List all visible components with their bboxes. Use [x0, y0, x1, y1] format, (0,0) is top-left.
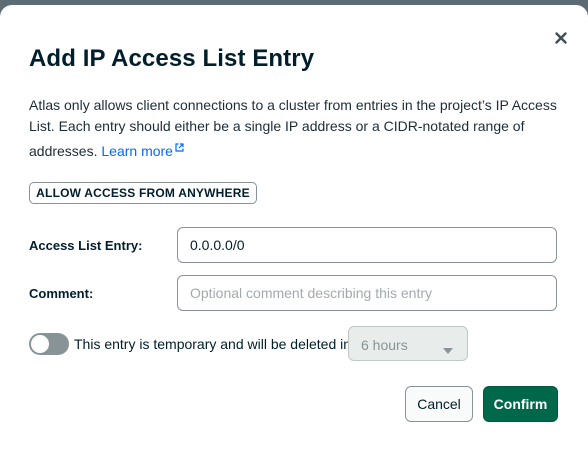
access-list-entry-label: Access List Entry: — [29, 238, 143, 253]
temporary-entry-text: This entry is temporary and will be dele… — [74, 336, 352, 352]
access-list-entry-input[interactable] — [177, 227, 557, 263]
allow-access-anywhere-button[interactable]: ALLOW ACCESS FROM ANYWHERE — [29, 182, 257, 204]
dialog-description: Atlas only allows client connections to … — [29, 95, 559, 162]
toggle-knob — [31, 335, 49, 353]
comment-input[interactable] — [177, 275, 557, 311]
close-icon — [552, 29, 570, 47]
external-link-icon — [175, 137, 184, 158]
learn-more-label: Learn more — [101, 143, 173, 159]
caret-down-icon — [443, 341, 453, 359]
confirm-button[interactable]: Confirm — [483, 386, 558, 422]
cancel-button[interactable]: Cancel — [405, 386, 473, 422]
duration-select: 6 hours — [348, 326, 468, 361]
temporary-entry-toggle[interactable] — [29, 333, 69, 355]
close-button[interactable] — [552, 29, 570, 47]
dialog-title: Add IP Access List Entry — [29, 45, 315, 72]
ip-access-list-dialog: Add IP Access List Entry Atlas only allo… — [0, 5, 588, 451]
learn-more-link[interactable]: Learn more — [101, 143, 184, 159]
duration-value: 6 hours — [361, 337, 408, 353]
comment-label: Comment: — [29, 286, 94, 301]
